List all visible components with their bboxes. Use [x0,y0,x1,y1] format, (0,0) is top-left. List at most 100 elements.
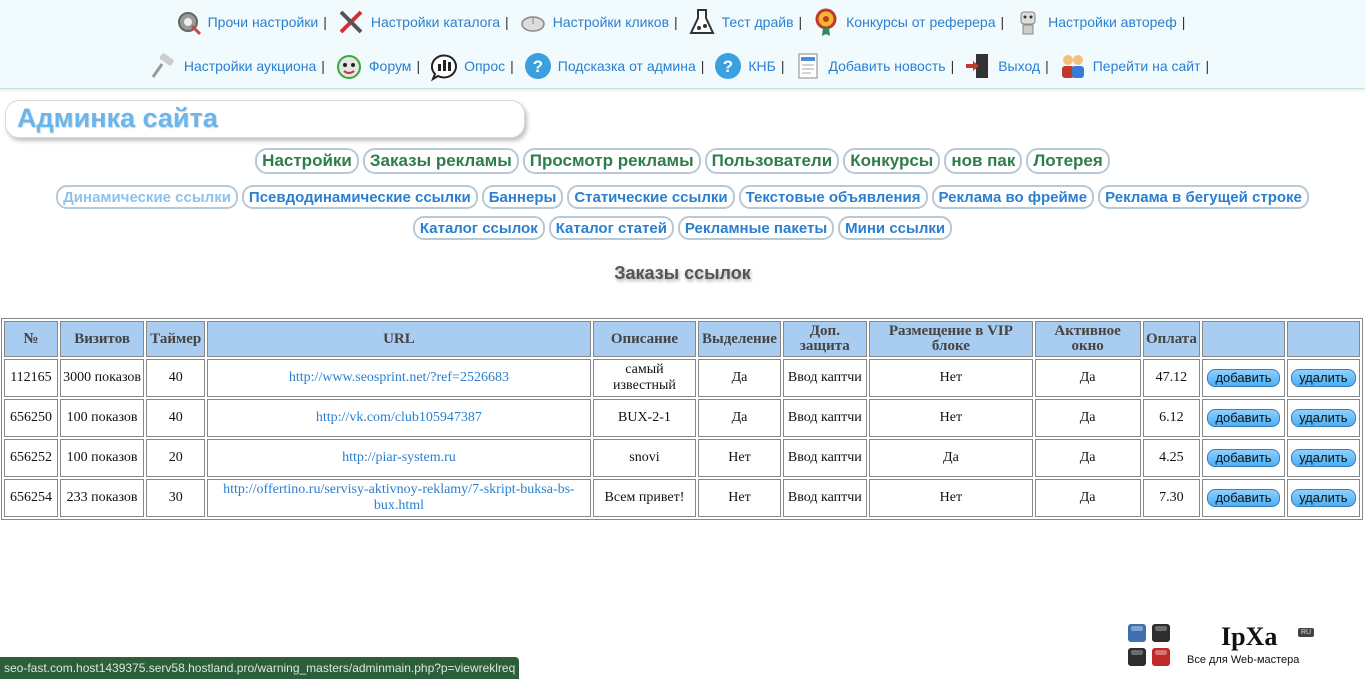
medal-icon[interactable] [810,6,842,38]
menu-link[interactable]: Прочи настройки [208,14,319,30]
news-icon[interactable] [793,50,825,82]
menu-item-2[interactable]: Форум | [333,50,428,82]
table-cell: snovi [592,439,697,477]
top-menu-row-2: Настройки аукциона | Форум | Опрос |? Подсказк… [0,48,1365,84]
menu-link[interactable]: Настройки автореф [1048,14,1177,30]
delete-button[interactable]: удалить [1291,369,1356,387]
logo-name: IpXa [1221,622,1278,651]
nav-button[interactable]: Каталог статей [548,216,674,240]
menu-item-2[interactable]: Настройки каталога | [335,6,517,38]
exit-icon[interactable] [962,50,994,82]
menu-item-4[interactable]: ? Подсказка от админа | [522,50,713,82]
url-cell: http://vk.com/club105947387 [207,399,591,437]
menu-separator: | [1000,14,1005,30]
order-url-link[interactable]: http://www.seosprint.net/?ref=2526683 [289,370,509,385]
ipxa-logo[interactable]: IpXa RU Все для Web-мастера [1126,622,1326,670]
menu-item-3[interactable]: Настройки кликов | [517,6,686,38]
people-icon[interactable] [1057,50,1089,82]
delete-cell: удалить [1286,399,1360,437]
menu-link[interactable]: КНБ [748,58,775,74]
nav-button[interactable]: Мини ссылки [838,216,953,240]
nav-button[interactable]: Пользователи [704,148,840,174]
delete-cell: удалить [1286,439,1360,477]
menu-item-3[interactable]: Опрос | [428,50,522,82]
table-cell: Да [1034,439,1141,477]
menu-separator: | [323,14,327,30]
menu-item-5[interactable]: Конкурсы от реферера | [810,6,1012,38]
menu-item-5[interactable]: ? КНБ | [712,50,792,82]
url-cell: http://offertino.ru/servisy-aktivnoy-rek… [207,479,591,517]
nav-button[interactable]: Рекламные пакеты [677,216,835,240]
nav-button[interactable]: Настройки [255,148,359,174]
nav-button[interactable]: нов пак [944,148,1023,174]
table-cell: Ввод каптчи [782,439,868,477]
table-cell: Ввод каптчи [782,359,868,397]
nav-button[interactable]: Конкурсы [843,148,941,174]
help-icon[interactable]: ? [522,50,554,82]
column-header: Размещение в VIP блоке [869,321,1033,357]
nav-button[interactable]: Реклама в бегущей строке [1098,185,1309,209]
menu-link[interactable]: Подсказка от админа [558,58,696,74]
nav-button[interactable]: Текстовые объявления [738,185,928,209]
menu-link[interactable]: Форум [369,58,412,74]
table-row: 656250 100 показов 40 http://vk.com/club105… [4,399,1360,437]
nav-button[interactable]: Просмотр рекламы [522,148,701,174]
tools-icon[interactable] [335,6,367,38]
menu-link[interactable]: Тест драйв [722,14,794,30]
add-button[interactable]: добавить [1207,449,1280,467]
gear-icon[interactable] [172,6,204,38]
column-header: Активное окно [1034,321,1141,357]
menu-separator: | [798,14,803,30]
table-cell: 656254 [4,479,58,517]
delete-button[interactable]: удалить [1291,489,1356,507]
menu-item-6[interactable]: Добавить новость | [793,50,963,82]
menu-separator: | [1181,14,1186,30]
menu-item-7[interactable]: Выход | [962,50,1057,82]
table-cell: Да [1034,479,1141,517]
delete-button[interactable]: удалить [1291,449,1356,467]
menu-item-6[interactable]: Настройки автореф | [1012,6,1193,38]
add-button[interactable]: добавить [1207,489,1280,507]
url-cell: http://piar-system.ru [207,439,591,477]
add-button[interactable]: добавить [1207,409,1280,427]
poll-icon[interactable] [428,50,460,82]
nav-button[interactable]: Баннеры [481,185,564,209]
menu-link[interactable]: Настройки каталога [371,14,500,30]
help-icon[interactable]: ? [712,50,744,82]
nav-button[interactable]: Динамические ссылки [56,185,238,209]
menu-link[interactable]: Перейти на сайт [1093,58,1201,74]
menu-link[interactable]: Выход [998,58,1040,74]
nav-button[interactable]: Псевдодинамические ссылки [241,185,478,209]
nav-button[interactable]: Статические ссылки [567,185,735,209]
menu-link[interactable]: Опрос [464,58,505,74]
table-cell: 7.30 [1142,479,1201,517]
gavel-icon[interactable] [148,50,180,82]
forum-cat-icon[interactable] [333,50,365,82]
nav-button[interactable]: Лотерея [1026,148,1110,174]
top-menu-row-1: Прочи настройки | Настройки каталога | Настр… [0,4,1365,40]
order-url-link[interactable]: http://offertino.ru/servisy-aktivnoy-rek… [223,482,575,513]
nav-button[interactable]: Реклама во фрейме [931,185,1095,209]
order-url-link[interactable]: http://piar-system.ru [342,450,456,465]
menu-item-4[interactable]: Тест драйв | [686,6,811,38]
add-cell: добавить [1202,439,1285,477]
menu-link[interactable]: Конкурсы от реферера [846,14,995,30]
order-url-link[interactable]: http://vk.com/club105947387 [316,410,482,425]
menu-item-1[interactable]: Прочи настройки | [172,6,335,38]
flask-icon[interactable] [686,6,718,38]
robot-icon[interactable] [1012,6,1044,38]
menu-separator: | [1205,58,1210,74]
table-cell: 233 показов [59,479,145,517]
delete-button[interactable]: удалить [1291,409,1356,427]
menu-link[interactable]: Добавить новость [829,58,946,74]
mouse-icon[interactable] [517,6,549,38]
nav-button[interactable]: Каталог ссылок [412,216,545,240]
column-header: URL [207,321,591,357]
menu-link[interactable]: Настройки кликов [553,14,669,30]
nav-button[interactable]: Заказы рекламы [362,148,519,174]
column-header: № [4,321,58,357]
menu-link[interactable]: Настройки аукциона [184,58,316,74]
add-button[interactable]: добавить [1207,369,1280,387]
menu-item-1[interactable]: Настройки аукциона | [148,50,333,82]
menu-item-8[interactable]: Перейти на сайт | [1057,50,1217,82]
